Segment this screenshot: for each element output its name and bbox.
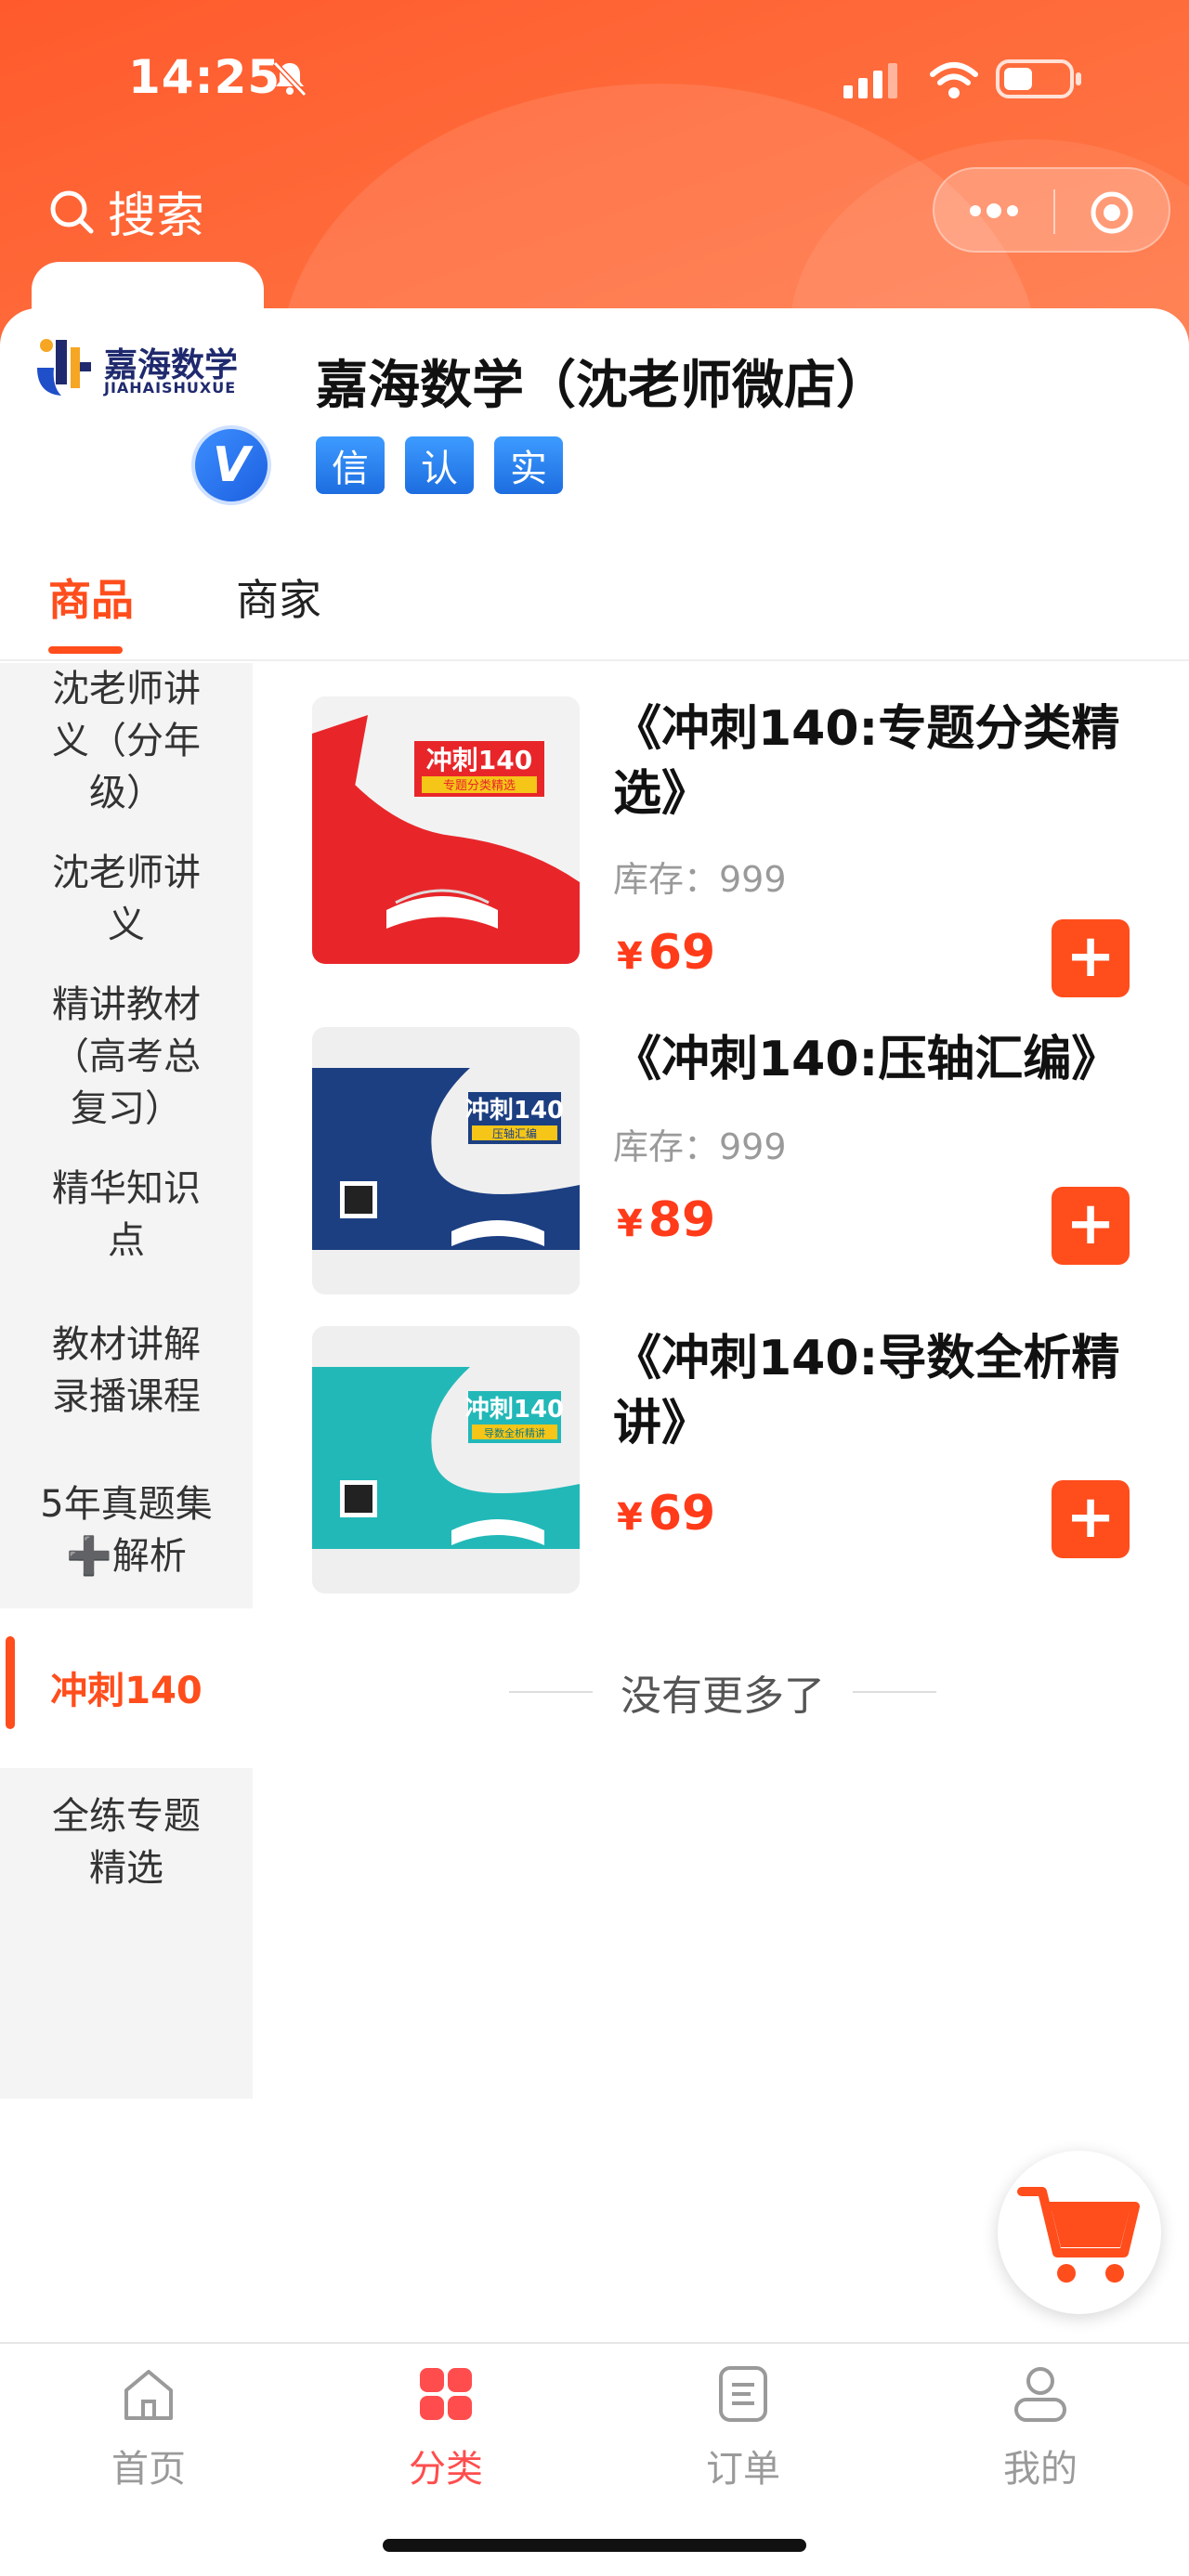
book-cover-image: 冲刺140 压轴汇编 — [312, 1027, 580, 1295]
nav-category[interactable]: 分类 — [372, 2364, 520, 2492]
currency-symbol: ¥ — [617, 1203, 643, 1245]
add-to-cart-button-2[interactable]: + — [1052, 1187, 1130, 1265]
product-stock-2: 库存：999 — [613, 1126, 787, 1167]
search-icon — [50, 190, 94, 233]
currency-symbol: ¥ — [617, 1496, 643, 1539]
book-cover-image: 冲刺140 导数全析精讲 — [312, 1326, 580, 1594]
price-value: 89 — [647, 1192, 716, 1248]
shop-name: 嘉海数学（沈老师微店） — [316, 356, 888, 416]
product-price-2: ¥89 — [617, 1192, 715, 1248]
badge-shi: 实 — [494, 436, 563, 494]
tab-underline — [48, 646, 123, 654]
tab-merchant[interactable]: 商家 — [236, 566, 321, 628]
price-value: 69 — [647, 1486, 716, 1542]
sidebar-item-knowledge-points[interactable]: 精华知识 点 — [0, 1163, 253, 1267]
capsule-divider — [1053, 189, 1055, 234]
shop-logo: 嘉海数学 JIAHAISHUXUE — [33, 334, 266, 399]
cover-title: 冲刺140 — [426, 745, 532, 775]
logo-mark-icon — [37, 339, 91, 396]
price-value: 69 — [647, 925, 716, 981]
divider-line — [853, 1691, 936, 1693]
cover-title: 冲刺140 — [465, 1097, 564, 1125]
wifi-icon — [930, 62, 978, 98]
nav-home[interactable]: 首页 — [74, 2364, 223, 2492]
sidebar-item-label: 冲刺140 — [50, 1670, 203, 1712]
badge-ren: 认 — [405, 436, 474, 494]
nav-label: 订单 — [706, 2448, 780, 2491]
tab-products[interactable]: 商品 — [48, 566, 134, 628]
product-cover-3[interactable]: 冲刺140 导数全析精讲 — [312, 1326, 580, 1594]
tab-bar: 商品 商家 — [0, 557, 1189, 661]
nav-profile[interactable]: 我的 — [966, 2364, 1115, 2492]
battery-icon — [996, 59, 1081, 98]
product-price-1: ¥69 — [617, 925, 715, 981]
order-icon — [719, 2366, 767, 2422]
sidebar-item-recorded-courses[interactable]: 教材讲解 录播课程 — [0, 1319, 253, 1423]
sidebar-item-lecture[interactable]: 沈老师讲 义 — [0, 847, 253, 951]
more-icon[interactable] — [966, 197, 1022, 225]
sidebar-item-topic-practice[interactable]: 全练专题 精选 — [0, 1790, 253, 1894]
sidebar-item-sprint-140[interactable]: 冲刺140 — [0, 1608, 253, 1768]
nav-label: 首页 — [111, 2448, 186, 2491]
close-miniapp-icon[interactable] — [1089, 189, 1135, 236]
sidebar-item-past-exams[interactable]: 5年真题集 ➕解析 — [0, 1478, 253, 1582]
home-indicator — [383, 2539, 806, 2552]
sidebar-item-textbook[interactable]: 精讲教材 （高考总 复习） — [0, 979, 253, 1135]
status-time: 14:25 — [128, 50, 281, 104]
list-end-text: 没有更多了 — [621, 1672, 825, 1720]
product-title-1[interactable]: 《冲刺140:专题分类精选》 — [613, 696, 1152, 826]
nav-label: 我的 — [1003, 2448, 1078, 2491]
nav-label: 分类 — [409, 2448, 483, 2491]
search-button[interactable]: 搜索 — [48, 176, 204, 246]
category-icon — [420, 2368, 472, 2420]
product-stock-1: 库存：999 — [613, 859, 787, 900]
certification-badges: 信 认 实 — [316, 436, 563, 494]
search-label: 搜索 — [108, 189, 205, 244]
badge-xin: 信 — [316, 436, 385, 494]
product-title-2[interactable]: 《冲刺140:压轴汇编》 — [613, 1027, 1152, 1092]
cover-subtitle: 压轴汇编 — [492, 1126, 537, 1140]
divider-line — [509, 1691, 593, 1693]
list-end-indicator: 没有更多了 — [509, 1662, 936, 1722]
cover-subtitle: 专题分类精选 — [443, 779, 516, 793]
product-price-3: ¥69 — [617, 1486, 715, 1542]
home-icon — [124, 2370, 173, 2420]
verified-badge-icon: V — [191, 425, 271, 505]
add-to-cart-button-1[interactable]: + — [1052, 919, 1130, 997]
currency-symbol: ¥ — [617, 935, 643, 978]
miniapp-capsule — [933, 167, 1170, 253]
logo-subtitle: JIAHAISHUXUE — [104, 379, 237, 397]
profile-icon — [1014, 2367, 1066, 2422]
floating-cart-button[interactable] — [998, 2151, 1161, 2314]
bell-muted-icon — [272, 60, 307, 98]
product-cover-2[interactable]: 冲刺140 压轴汇编 — [312, 1027, 580, 1295]
sidebar-item-lecture-by-grade[interactable]: 沈老师讲 义（分年 级） — [0, 663, 253, 819]
add-to-cart-button-3[interactable]: + — [1052, 1480, 1130, 1558]
product-title-3[interactable]: 《冲刺140:导数全析精讲》 — [613, 1326, 1152, 1456]
cover-title: 冲刺140 — [465, 1396, 564, 1424]
product-cover-1[interactable]: 冲刺140 专题分类精选 — [312, 696, 580, 964]
cellular-signal-icon — [843, 63, 897, 98]
shopping-cart-icon — [1017, 2187, 1140, 2283]
book-cover-image: 冲刺140 专题分类精选 — [312, 696, 580, 964]
nav-orders[interactable]: 订单 — [669, 2364, 817, 2492]
cover-subtitle: 导数全析精讲 — [484, 1426, 545, 1439]
